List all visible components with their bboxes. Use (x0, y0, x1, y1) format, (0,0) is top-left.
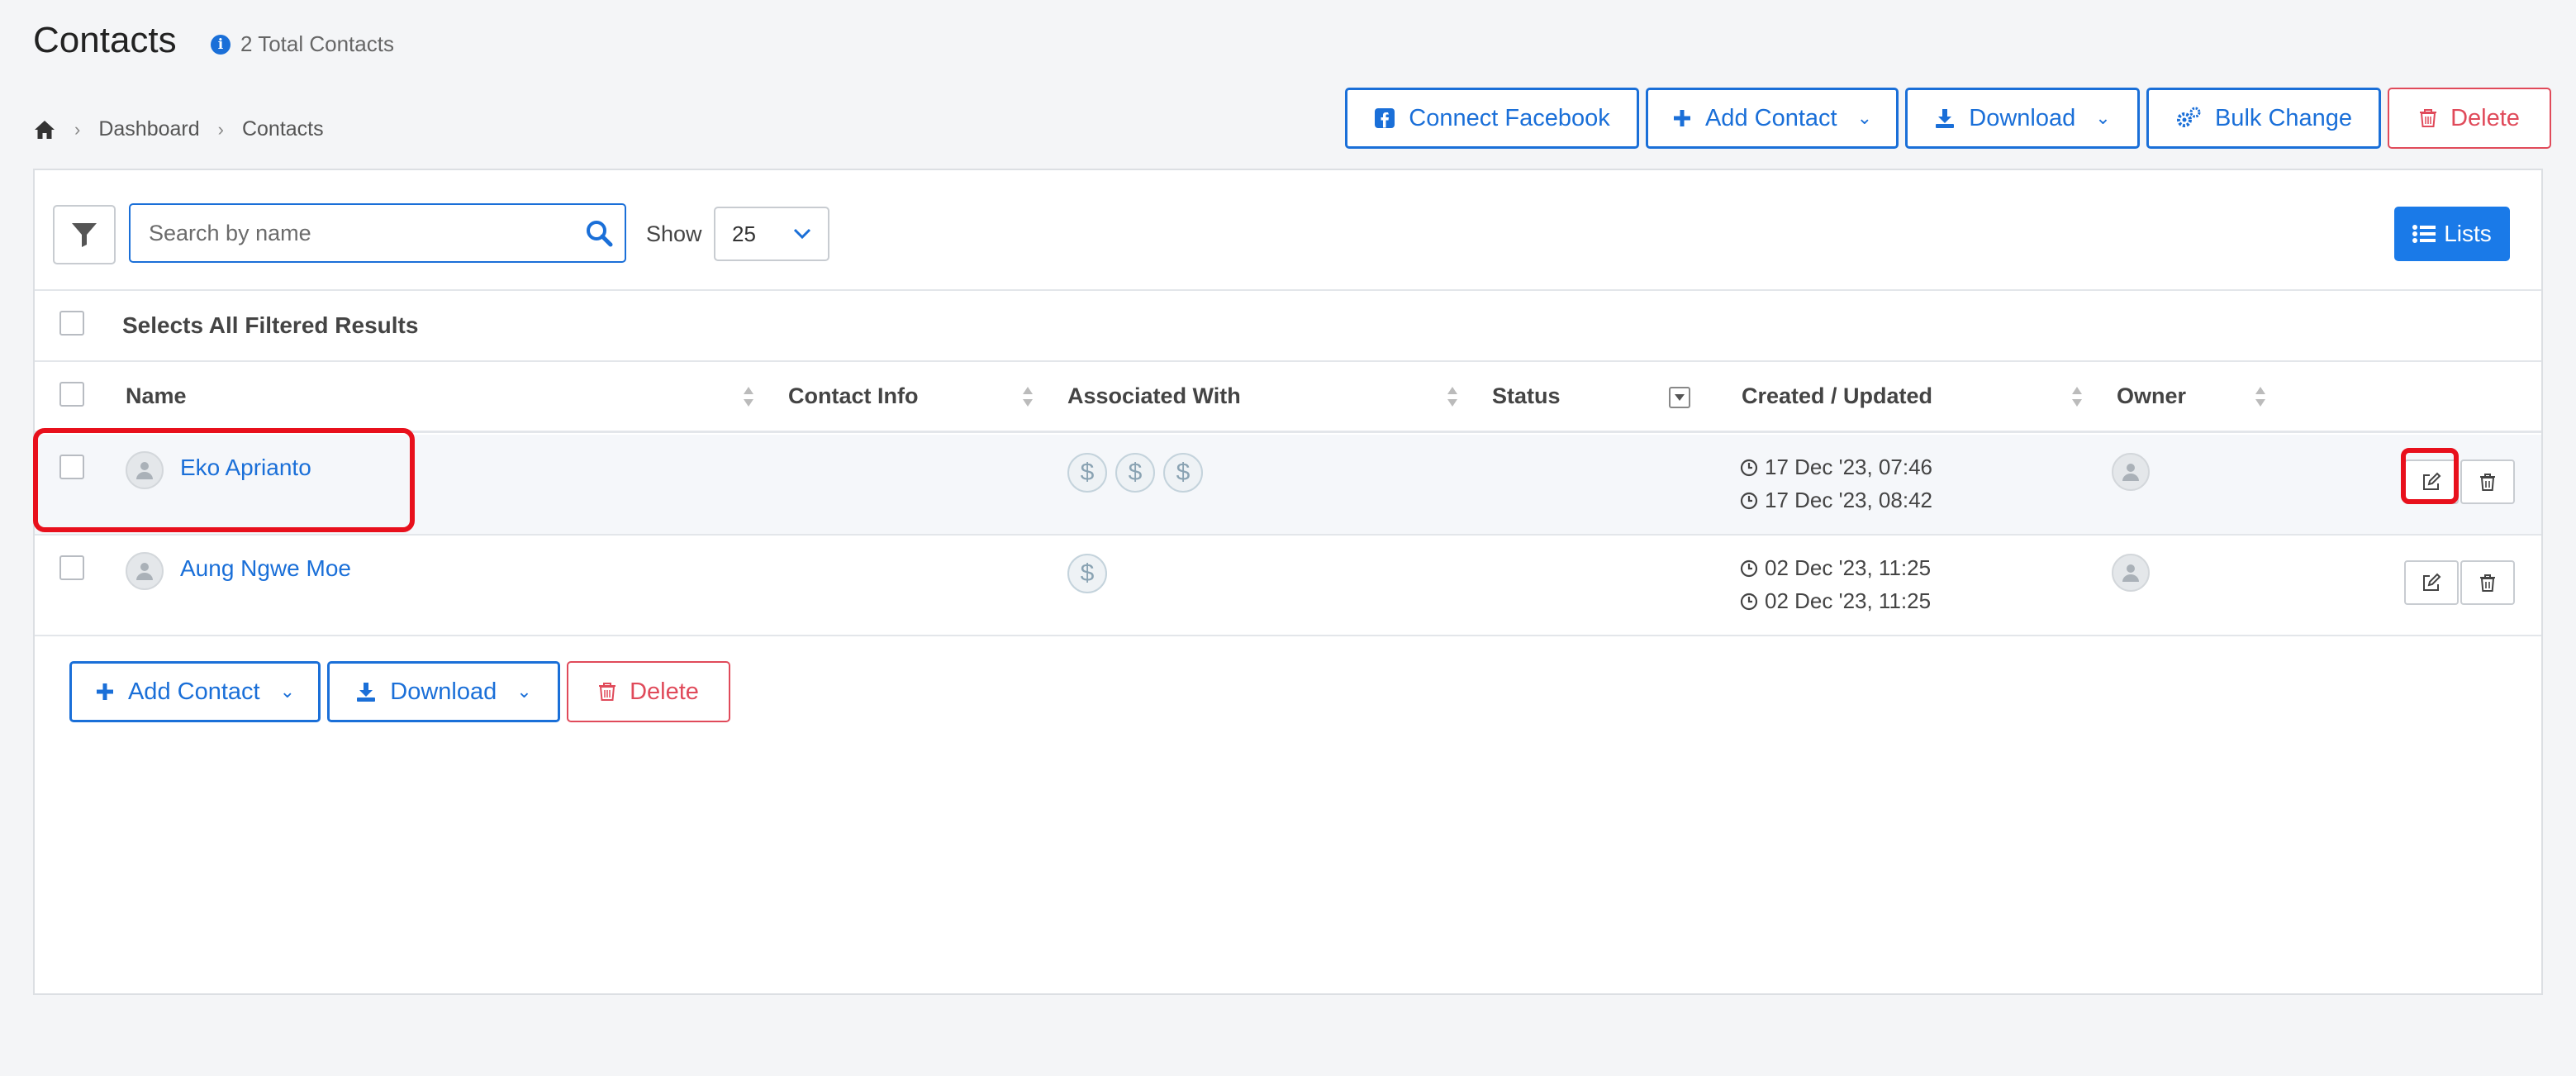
row-delete-button[interactable] (2460, 560, 2515, 605)
sort-icon[interactable] (742, 383, 755, 410)
caret-down-icon (1675, 394, 1685, 401)
dollar-icon[interactable]: $ (1067, 453, 1107, 493)
download-button-bottom[interactable]: Download ⌄ (327, 661, 560, 722)
info-icon: i (211, 34, 231, 55)
select-all-checkbox[interactable] (59, 311, 84, 336)
sort-icon[interactable] (1021, 383, 1034, 410)
status-filter-dropdown[interactable] (1669, 387, 1690, 408)
add-contact-button[interactable]: Add Contact ⌄ (1646, 88, 1899, 149)
column-owner[interactable]: Owner (2117, 383, 2186, 409)
top-actions: Connect Facebook Add Contact ⌄ Download … (1345, 88, 2551, 149)
user-icon (2122, 564, 2139, 582)
bottom-actions: Add Contact ⌄ Download ⌄ Delete (69, 661, 730, 722)
avatar (126, 552, 164, 590)
breadcrumb-contacts: Contacts (241, 117, 324, 140)
delete-button-bottom[interactable]: Delete (567, 661, 730, 722)
clock-icon (1740, 559, 1758, 577)
connect-facebook-button[interactable]: Connect Facebook (1345, 88, 1639, 149)
sort-icon[interactable] (2070, 383, 2084, 410)
trash-icon (2420, 109, 2437, 127)
avatar (126, 451, 164, 489)
contact-name-link[interactable]: Aung Ngwe Moe (180, 555, 351, 582)
select-all-row: Selects All Filtered Results (35, 289, 2541, 362)
user-icon (2122, 464, 2139, 481)
chevron-right-icon: › (217, 118, 224, 140)
lists-button[interactable]: Lists (2394, 207, 2510, 261)
created-date: 17 Dec '23, 07:46 (1740, 455, 1932, 480)
dollar-icon[interactable]: $ (1067, 554, 1107, 593)
delete-button[interactable]: Delete (2388, 88, 2551, 149)
total-contacts-label: 2 Total Contacts (240, 31, 394, 56)
row-delete-button[interactable] (2460, 459, 2515, 504)
sort-icon[interactable] (1446, 383, 1459, 410)
total-contacts: i 2 Total Contacts (211, 31, 394, 57)
filter-icon (72, 223, 97, 247)
page-size-select[interactable]: 25 (714, 207, 829, 261)
breadcrumb-dashboard[interactable]: Dashboard (98, 117, 199, 141)
table-header: Name Contact Info Associated With Status… (35, 362, 2541, 433)
chevron-down-icon (793, 228, 811, 240)
page-title: Contacts (33, 20, 177, 60)
edit-icon (2423, 573, 2441, 591)
clock-icon (1740, 459, 1758, 476)
download-button[interactable]: Download ⌄ (1905, 88, 2140, 149)
chevron-down-icon: ⌄ (2095, 107, 2111, 128)
updated-date: 17 Dec '23, 08:42 (1740, 488, 1932, 513)
clock-icon (1740, 492, 1758, 509)
trash-icon (2480, 574, 2495, 592)
row-checkbox[interactable] (59, 455, 84, 479)
breadcrumb: › Dashboard › Contacts (33, 117, 324, 141)
sort-icon[interactable] (2254, 383, 2267, 410)
trash-icon (2480, 474, 2495, 491)
download-icon (1936, 109, 1955, 128)
column-created-updated[interactable]: Created / Updated (1742, 383, 1932, 409)
plus-icon (96, 683, 113, 700)
updated-date: 02 Dec '23, 11:25 (1740, 588, 1931, 614)
column-status[interactable]: Status (1492, 383, 1561, 409)
header-checkbox[interactable] (59, 382, 84, 407)
download-icon (357, 683, 376, 702)
user-icon (136, 462, 153, 479)
owner-avatar (2112, 554, 2150, 592)
add-contact-button-bottom[interactable]: Add Contact ⌄ (69, 661, 321, 722)
facebook-icon (1375, 108, 1395, 128)
dollar-icon[interactable]: $ (1163, 453, 1203, 493)
user-icon (136, 563, 153, 580)
search-icon[interactable] (585, 219, 613, 247)
table-row: Aung Ngwe Moe $ 02 Dec '23, 11:25 02 Dec… (35, 536, 2541, 636)
search-input[interactable] (131, 205, 585, 261)
table-row: Eko Aprianto $ $ $ 17 Dec '23, 07:46 17 … (35, 435, 2541, 536)
search-box (129, 203, 626, 263)
dollar-icon[interactable]: $ (1115, 453, 1155, 493)
select-all-label: Selects All Filtered Results (122, 312, 419, 338)
page-size-value: 25 (732, 221, 756, 246)
chevron-right-icon: › (74, 118, 81, 140)
column-associated-with[interactable]: Associated With (1067, 383, 1241, 409)
bulk-change-button[interactable]: Bulk Change (2146, 88, 2381, 149)
clock-icon (1740, 593, 1758, 610)
created-date: 02 Dec '23, 11:25 (1740, 555, 1931, 581)
chevron-down-icon: ⌄ (516, 681, 532, 702)
owner-avatar (2112, 453, 2150, 491)
column-contact-info[interactable]: Contact Info (788, 383, 918, 409)
chevron-down-icon: ⌄ (1856, 107, 1873, 128)
edit-button[interactable] (2404, 459, 2459, 504)
edit-button[interactable] (2404, 560, 2459, 605)
trash-icon (599, 683, 616, 701)
gears-icon (2176, 107, 2201, 127)
plus-icon (1673, 110, 1690, 126)
edit-icon (2423, 472, 2441, 490)
contact-name-link[interactable]: Eko Aprianto (180, 455, 311, 481)
home-icon[interactable] (33, 119, 56, 140)
chevron-down-icon: ⌄ (279, 681, 296, 702)
list-icon (2412, 225, 2436, 243)
filter-button[interactable] (53, 205, 116, 264)
column-name[interactable]: Name (126, 383, 187, 409)
row-checkbox[interactable] (59, 555, 84, 580)
contacts-card: Show 25 Lists Selects All Filtered Resul… (33, 169, 2543, 995)
show-label: Show (646, 221, 702, 246)
